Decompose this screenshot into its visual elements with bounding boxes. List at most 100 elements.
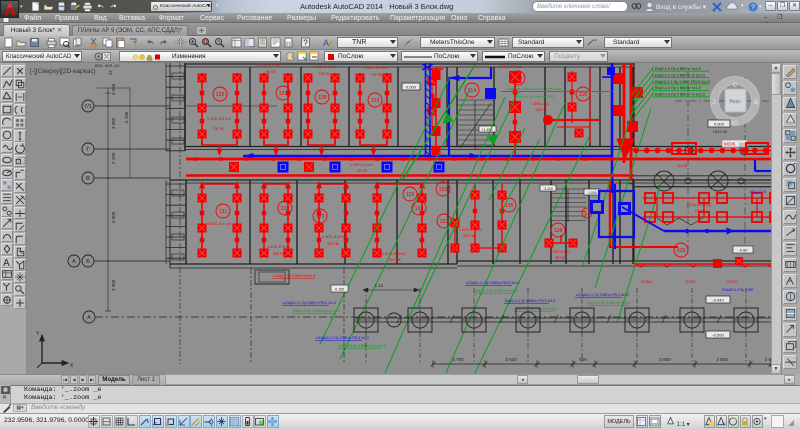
svg-text:3 800: 3 800	[659, 357, 671, 362]
svg-text:ЕЩАО-1.3 Пр 3 ВВГнг-FRLS 3х1.5: ЕЩАО-1.3 Пр 3 ВВГнг-FRLS 3х1.5	[505, 299, 555, 303]
svg-text:?: ?	[303, 39, 308, 48]
svg-text:С: С	[733, 83, 738, 89]
svg-text:3 620: 3 620	[505, 357, 517, 362]
svg-text:ЕУШАО-1.3 Пр 3 ВВГ: ЕУШАО-1.3 Пр 3 ВВГ	[722, 288, 754, 292]
svg-text:ПВ ПК: ПВ ПК	[213, 127, 225, 131]
svg-text:-0.150: -0.150	[334, 288, 344, 292]
svg-text:ЕЩО-1.4 Пр 3 ВВГнг 3х1.5: ЕЩО-1.4 Пр 3 ВВГнг 3х1.5	[655, 86, 701, 90]
svg-text:300 ПК: 300 ПК	[327, 242, 340, 246]
svg-text:2 АПС-И 4 х10: 2 АПС-И 4 х10	[257, 63, 281, 67]
svg-text:А: А	[87, 315, 91, 321]
svg-text:135: 135	[505, 203, 514, 209]
svg-text:МОЖ: МОЖ	[724, 142, 736, 147]
svg-text:СП 800: СП 800	[727, 280, 738, 284]
svg-text:открыто по стене, ав.ЕВС1: открыто по стене, ав.ЕВС1	[517, 95, 555, 99]
svg-text:2 100: 2 100	[111, 152, 116, 164]
svg-text:а ЕЩАО-1.1 Пр 3 ВВГнг-FRLS 3х1: а ЕЩАО-1.1 Пр 3 ВВГнг-FRLS 3х1.5	[283, 301, 336, 305]
svg-text:-0.500: -0.500	[712, 333, 724, 338]
svg-text:4 АПС-И 4 х10: 4 АПС-И 4 х10	[312, 65, 336, 69]
svg-text:?: ?	[751, 5, 755, 12]
svg-text:6 АПС-И 4х10: 6 АПС-И 4х10	[382, 252, 405, 256]
svg-text:а ЕЩО-1 Пр 3 ВВГнг-ls 3х1.5: а ЕЩО-1 Пр 3 ВВГнг-ls 3х1.5	[273, 274, 316, 278]
svg-text:127: 127	[279, 91, 288, 97]
svg-text:ЕЩО-1.2 Пр 3 ВВГнг-ls 3х1.5: ЕЩО-1.2 Пр 3 ВВГнг-ls 3х1.5	[655, 73, 705, 77]
svg-text:133: 133	[316, 214, 325, 220]
svg-text:Г: Г	[87, 147, 90, 153]
svg-text:ЕВО-1? ТК: ЕВО-1? ТК	[750, 190, 766, 194]
svg-text:[-][Сверху][2D-каркас]: [-][Сверху][2D-каркас]	[30, 68, 95, 75]
svg-text:128: 128	[318, 95, 327, 101]
svg-text:Б: Б	[86, 259, 90, 265]
svg-text:132: 132	[281, 206, 290, 212]
svg-text:100 ПК: 100 ПК	[463, 234, 476, 238]
svg-text:1 АПС-И 4х10: 1 АПС-И 4х10	[459, 228, 482, 232]
svg-text:133: 133	[440, 219, 449, 225]
svg-text:ЕЩО-1.2 Пр 3 ВВГнг-ls 3х1.5: ЕЩО-1.2 Пр 3 ВВГнг-ls 3х1.5	[475, 289, 518, 293]
svg-text:-0.80: -0.80	[739, 249, 748, 253]
svg-text:12 АПС-И 4х10: 12 АПС-И 4х10	[349, 163, 373, 167]
svg-text:ЕЩО-1.5 Пр 3 ВВГнг(А)-ls 3х1.5: ЕЩО-1.5 Пр 3 ВВГнг(А)-ls 3х1.5	[293, 309, 340, 313]
svg-text:6 100: 6 100	[124, 111, 129, 123]
svg-text:115: 115	[584, 212, 590, 216]
svg-text:ЕЩО-1.5 Пр 3 ВВГнг(А)-ls 3х1.5: ЕЩО-1.5 Пр 3 ВВГнг(А)-ls 3х1.5	[339, 344, 386, 348]
svg-text:ЕЩО-1.3 Пр 3 ВВГнг-ls 3х1.5: ЕЩО-1.3 Пр 3 ВВГнг-ls 3х1.5	[655, 93, 705, 97]
svg-text:120: 120	[439, 187, 448, 193]
svg-text:A: A	[323, 38, 329, 48]
svg-text:ПВ ПК: ПВ ПК	[319, 72, 331, 76]
svg-text:+542.50: +542.50	[713, 129, 728, 134]
svg-text:129: 129	[371, 98, 380, 104]
svg-text:3 050: 3 050	[111, 117, 116, 129]
svg-text:3 700: 3 700	[452, 357, 464, 362]
svg-text:Верх: Верх	[729, 99, 741, 105]
svg-text:-0.040: -0.040	[712, 298, 724, 303]
svg-text:В: В	[86, 176, 90, 182]
svg-text:900: 900	[579, 357, 587, 362]
svg-text:1-12: 1-12	[375, 283, 384, 288]
svg-text:СП 800: СП 800	[685, 280, 696, 284]
svg-text:В: В	[754, 100, 758, 106]
svg-text:3 АПС-И 4х10: 3 АПС-И 4х10	[499, 65, 522, 69]
svg-text:Ю: Ю	[732, 121, 738, 127]
svg-text:A: A	[3, 257, 10, 267]
svg-text:4 АПС-И 4 х10: 4 АПС-И 4 х10	[207, 222, 231, 226]
svg-text:500 ПК: 500 ПК	[389, 258, 402, 262]
svg-text:7/1: 7/1	[84, 104, 92, 110]
svg-text:4 АПС-И 4 х10: 4 АПС-И 4 х10	[364, 66, 388, 70]
svg-text:З: З	[712, 100, 716, 106]
svg-text:3 8: 3 8	[765, 357, 771, 362]
svg-text:3 050: 3 050	[111, 83, 116, 95]
svg-text:134: 134	[415, 206, 424, 212]
svg-text:ЕЩАО-1.1 Пр 3 ВВГ-FRLS 3х1.5: ЕЩАО-1.1 Пр 3 ВВГ-FRLS 3х1.5	[655, 80, 710, 84]
svg-text:1 ВУЦ, 2Ш: 1 ВУЦ, 2Ш	[531, 102, 549, 106]
svg-text:ПВ ПК: ПВ ПК	[265, 70, 277, 74]
svg-text:в ЕВС1 Пр 2 ВВГнг-ls 3х1.5 в П: в ЕВС1 Пр 2 ВВГнг-ls 3х1.5 в ПВХ трубе	[507, 87, 563, 91]
svg-text:-3.100: -3.100	[543, 187, 553, 191]
svg-text:300 ПК: 300 ПК	[273, 252, 286, 256]
svg-text:100.50: 100.50	[677, 164, 687, 168]
svg-text:0.000: 0.000	[406, 85, 417, 90]
svg-text:3 АПС-И 4х10: 3 АПС-И 4х10	[267, 245, 290, 249]
svg-text:3 900: 3 900	[111, 279, 116, 291]
svg-text:а ЕЩАО-1.1 Пр 3 ВВГнг-FRLS 3х1: а ЕЩАО-1.1 Пр 3 ВВГнг-FRLS 3х1.5	[316, 336, 369, 340]
svg-text:131: 131	[219, 209, 228, 215]
svg-text:а ЕЩАО-1.1 Пр 3 ВВГнг-FRLS 3х1: а ЕЩАО-1.1 Пр 3 ВВГнг-FRLS 3х1.5	[466, 281, 519, 285]
svg-text:27: 27	[108, 69, 113, 75]
svg-text:ЕЩО-1.6 Пр 3 ВВГнг 3х1.5: ЕЩО-1.6 Пр 3 ВВГнг 3х1.5	[655, 67, 701, 71]
svg-text:ПВ ПК: ПВ ПК	[357, 169, 367, 173]
svg-text:1 АПС-И 4 х10: 1 АПС-И 4 х10	[207, 117, 231, 121]
svg-text:100.50: 100.50	[695, 209, 705, 213]
svg-text:ПВ ПК: ПВ ПК	[371, 73, 383, 77]
svg-text:108: 108	[554, 228, 563, 234]
svg-text:4 АПС-И 4х10: 4 АПС-И 4х10	[322, 235, 345, 239]
svg-text:116: 116	[579, 92, 587, 98]
svg-text:19 ОВ, ОВ, 800 GED: 19 ОВ, ОВ, 800 GED	[668, 157, 701, 161]
svg-text:3 800: 3 800	[716, 357, 728, 362]
svg-text:ВУЗ, АУЛ, АХ: ВУЗ, АУЛ, АХ	[95, 63, 120, 68]
svg-text:а ЕЩАО-1.1 Пр 3 ВВГнг-FRL3 3х1: а ЕЩАО-1.1 Пр 3 ВВГнг-FRL3 3х1.5	[576, 293, 629, 297]
svg-text:ПВ ПК: ПВ ПК	[555, 256, 565, 260]
svg-text:А: А	[72, 259, 76, 265]
svg-text:6 000: 6 000	[111, 211, 116, 223]
svg-text:1 АПС-И 4х10: 1 АПС-И 4х10	[550, 250, 571, 254]
svg-text:19 ОК ОЛ ВООД: 19 ОК ОЛ ВООД	[687, 203, 712, 207]
svg-text:-1.000: -1.000	[587, 191, 597, 195]
